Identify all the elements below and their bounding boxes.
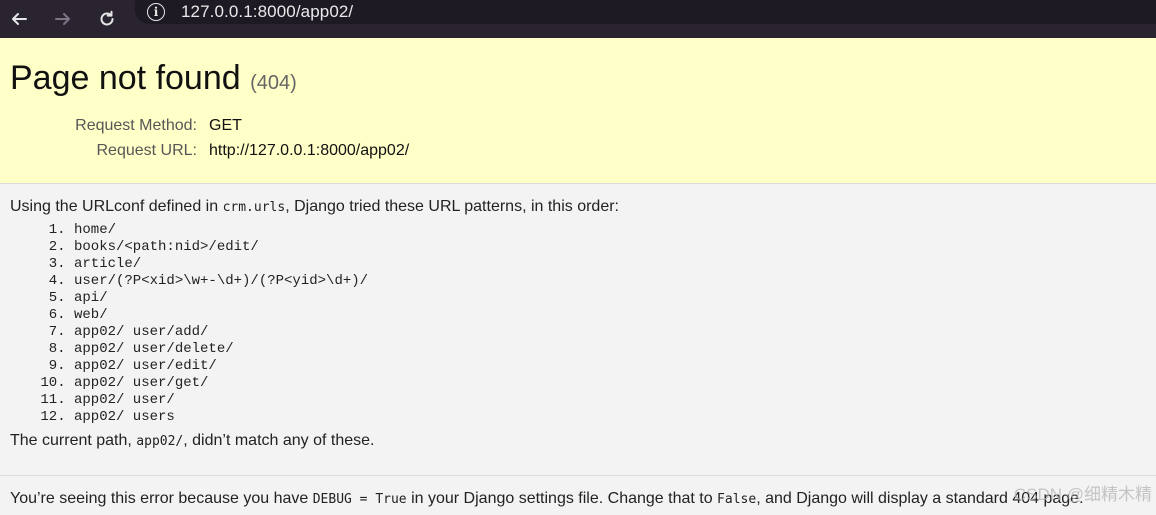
debug-explanation-text: You’re seeing this error because you hav…	[10, 490, 1146, 508]
request-method-label: Request Method:	[75, 117, 197, 134]
list-item: article/	[74, 256, 1146, 273]
list-item: home/	[74, 222, 1146, 239]
explanation-after: , and Django will display a standard 404…	[756, 490, 1084, 507]
error-summary: Page not found (404) Request Method: GET…	[0, 38, 1156, 184]
urlconf-module: crm.urls	[222, 200, 286, 215]
request-method-value: GET	[209, 117, 242, 134]
current-path-before: The current path,	[10, 432, 137, 449]
urlconf-intro-after: , Django tried these URL patterns, in th…	[285, 198, 619, 215]
list-item: books/<path:nid>/edit/	[74, 239, 1146, 256]
page-title: Page not found (404)	[10, 56, 1146, 105]
arrow-right-icon	[55, 13, 70, 25]
explanation-before: You’re seeing this error because you hav…	[10, 490, 313, 507]
request-meta-table: Request Method: GET Request URL: http://…	[10, 115, 409, 165]
request-url-label: Request URL:	[96, 142, 198, 159]
false-code: False	[717, 492, 757, 507]
request-method-row: Request Method: GET	[10, 115, 409, 140]
explanation-mid: in your Django settings file. Change tha…	[406, 490, 718, 507]
browser-toolbar: i 127.0.0.1:8000/app02/	[0, 0, 1156, 38]
info-icon[interactable]: i	[147, 3, 165, 21]
address-bar[interactable]: i 127.0.0.1:8000/app02/	[135, 0, 1156, 24]
list-item: app02/ user/edit/	[74, 358, 1146, 375]
list-item: app02/ user/delete/	[74, 341, 1146, 358]
back-button[interactable]	[4, 6, 34, 32]
error-info: Using the URLconf defined in crm.urls, D…	[0, 184, 1156, 476]
current-path-message: The current path, app02/, didn’t match a…	[10, 432, 1146, 450]
arrow-left-icon	[12, 13, 27, 25]
page-title-text: Page not found	[10, 59, 241, 97]
list-item: app02/ user/	[74, 392, 1146, 409]
request-url-row: Request URL: http://127.0.0.1:8000/app02…	[10, 140, 410, 165]
status-code: (404)	[250, 72, 297, 94]
debug-explanation: You’re seeing this error because you hav…	[0, 476, 1156, 514]
list-item: app02/ users	[74, 409, 1146, 426]
current-path-after: , didn’t match any of these.	[183, 432, 375, 449]
address-url[interactable]: 127.0.0.1:8000/app02/	[181, 2, 353, 22]
reload-icon	[100, 10, 114, 26]
reload-button[interactable]	[92, 6, 122, 32]
list-item: user/(?P<xid>\w+-\d+)/(?P<yid>\d+)/	[74, 273, 1146, 290]
urlconf-intro: Using the URLconf defined in crm.urls, D…	[10, 198, 1146, 216]
urlconf-intro-before: Using the URLconf defined in	[10, 198, 223, 215]
list-item: app02/ user/add/	[74, 324, 1146, 341]
list-item: web/	[74, 307, 1146, 324]
list-item: app02/ user/get/	[74, 375, 1146, 392]
url-patterns-list: home/ books/<path:nid>/edit/ article/ us…	[10, 222, 1146, 426]
request-url-value: http://127.0.0.1:8000/app02/	[209, 142, 410, 159]
forward-button[interactable]	[48, 6, 78, 32]
current-path-code: app02/	[136, 434, 184, 449]
debug-setting-code: DEBUG = True	[312, 492, 407, 507]
list-item: api/	[74, 290, 1146, 307]
